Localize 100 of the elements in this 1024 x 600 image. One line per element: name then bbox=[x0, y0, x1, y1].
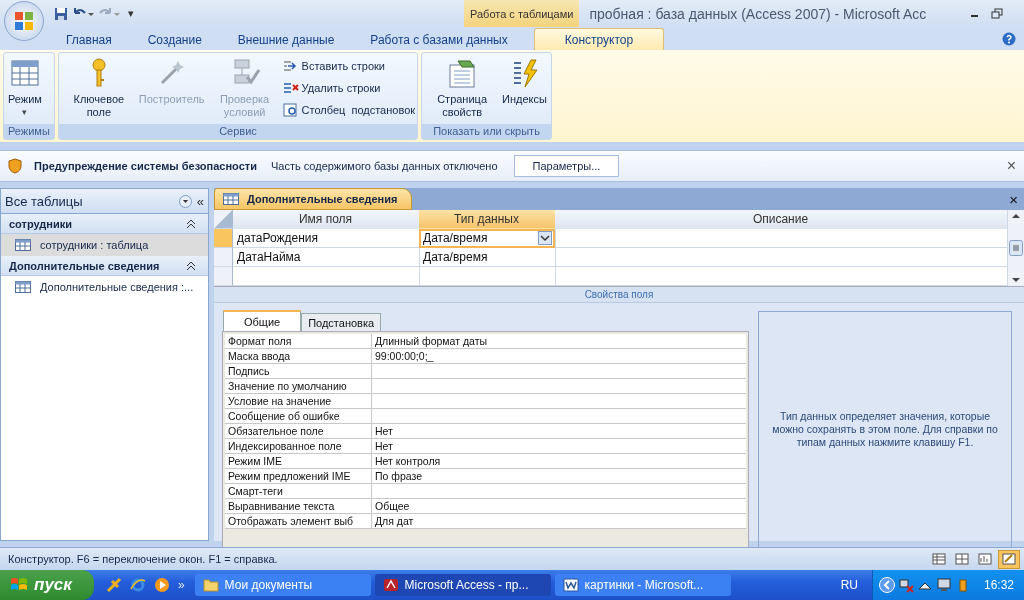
property-value[interactable]: Для дат bbox=[372, 514, 746, 528]
property-label: Индексированное поле bbox=[225, 439, 372, 453]
group-label: Сервис bbox=[58, 124, 418, 139]
delete-rows-icon bbox=[282, 81, 299, 95]
property-value[interactable]: Общее bbox=[372, 499, 746, 513]
office-button[interactable] bbox=[4, 0, 44, 41]
navigation-group[interactable]: сотрудники bbox=[1, 214, 208, 234]
table-cell-text: Дата/время bbox=[422, 249, 489, 266]
browser-icon[interactable] bbox=[129, 577, 146, 593]
property-value[interactable]: Нет bbox=[372, 439, 746, 453]
navigation-header[interactable]: Все таблицы « bbox=[1, 189, 208, 214]
property-label: Сообщение об ошибке bbox=[225, 409, 372, 423]
chevron-up-icon bbox=[186, 218, 196, 229]
pivot-table-icon bbox=[955, 553, 969, 565]
restore-icon[interactable] bbox=[990, 7, 1004, 20]
section-caption: Свойства поля bbox=[214, 287, 1024, 303]
ribbon-button[interactable]: Режим ▾ bbox=[6, 55, 44, 121]
security-warning-title: Предупреждение системы безопасности bbox=[34, 160, 257, 172]
table-cell-text: датаРождения bbox=[236, 230, 319, 247]
property-value[interactable]: Нет bbox=[372, 424, 746, 438]
group-label: Показать или скрыть bbox=[422, 124, 551, 139]
property-label: Смарт-теги bbox=[225, 484, 372, 498]
ribbon-button[interactable]: Вставить строки bbox=[282, 56, 416, 76]
save-icon[interactable] bbox=[54, 6, 68, 21]
status-text: Конструктор. F6 = переключение окон. F1 = справка. bbox=[8, 553, 278, 565]
property-label: Отображать элемент выб bbox=[225, 514, 372, 528]
property-label: Выравнивание текста bbox=[225, 499, 372, 513]
property-value[interactable]: 99:00:00;0;_ bbox=[372, 349, 746, 363]
navigation-item[interactable]: Дополнительные сведения :... bbox=[1, 276, 208, 298]
ribbon-tab[interactable]: Работа с базами данных bbox=[352, 29, 526, 50]
language-indicator[interactable]: RU bbox=[840, 578, 872, 592]
ribbon-button[interactable]: Индексы bbox=[500, 55, 549, 108]
clock: 16:32 bbox=[983, 578, 1014, 592]
close-button[interactable]: × bbox=[1006, 157, 1016, 175]
context-tab-label: Работа с таблицами bbox=[464, 0, 580, 27]
view-button[interactable] bbox=[998, 549, 1020, 569]
help-icon[interactable] bbox=[1002, 31, 1016, 46]
ribbon-tab[interactable]: Главная bbox=[48, 29, 130, 50]
group-label: Режимы bbox=[4, 124, 54, 139]
property-value[interactable]: По фразе bbox=[372, 469, 746, 483]
property-label: Режим предложений IME bbox=[225, 469, 372, 483]
quick-launch-icon[interactable] bbox=[105, 577, 122, 593]
taskbar-button[interactable]: картинки - Microsoft... bbox=[554, 574, 731, 596]
table-cell-text: ДатаНайма bbox=[236, 249, 302, 266]
table-icon bbox=[15, 281, 31, 293]
table-icon bbox=[8, 57, 41, 89]
column-header[interactable]: Тип данных bbox=[419, 210, 555, 229]
chevron-left-icon[interactable] bbox=[878, 577, 895, 593]
property-label: Маска ввода bbox=[225, 349, 372, 363]
start-button[interactable]: пуск bbox=[0, 570, 94, 600]
dropdown-icon[interactable] bbox=[538, 231, 552, 245]
property-label: Режим IME bbox=[225, 454, 372, 468]
view-button[interactable] bbox=[952, 550, 972, 568]
scrollbar[interactable] bbox=[1007, 210, 1024, 286]
column-header[interactable]: Имя поля bbox=[233, 210, 419, 229]
table-icon bbox=[15, 239, 31, 251]
media-player-icon[interactable] bbox=[153, 577, 170, 593]
view-button[interactable] bbox=[929, 550, 949, 568]
table-icon bbox=[223, 193, 239, 205]
property-value[interactable]: Нет контроля bbox=[372, 454, 746, 468]
navigation-item[interactable]: сотрудники : таблица bbox=[1, 234, 208, 256]
property-label: Формат поля bbox=[225, 334, 372, 348]
customize-menu[interactable]: ▾ bbox=[124, 7, 138, 20]
close-button[interactable]: × bbox=[1009, 190, 1024, 208]
ribbon-button[interactable]: Страница свойств bbox=[424, 55, 501, 121]
more-button[interactable]: » bbox=[177, 578, 185, 592]
taskbar-button[interactable]: Microsoft Access - пр... bbox=[374, 574, 551, 596]
help-text: Тип данных определяет значения, которые можно сохранять в этом поле. Для справки по типам данных нажмите клавишу F1. bbox=[771, 410, 999, 449]
access-app-icon bbox=[382, 578, 399, 592]
navigation-group[interactable]: Дополнительные сведения bbox=[1, 256, 208, 276]
design-icon bbox=[1002, 553, 1016, 565]
windows-flag-icon bbox=[10, 577, 28, 593]
property-label: Обязательное поле bbox=[225, 424, 372, 438]
monitor-icon[interactable] bbox=[935, 577, 952, 593]
ribbon-button[interactable]: Удалить строки bbox=[282, 78, 416, 98]
ribbon-tab[interactable]: Создание bbox=[129, 29, 220, 50]
dropdown-icon[interactable] bbox=[178, 194, 192, 208]
shield-icon bbox=[8, 158, 22, 174]
collapse-button[interactable]: « bbox=[196, 193, 204, 209]
taskbar-button[interactable]: Мои документы bbox=[194, 574, 371, 596]
ribbon-button[interactable]: Ключевое поле bbox=[60, 55, 137, 121]
property-label: Подпись bbox=[225, 364, 372, 378]
property-label: Значение по умолчанию bbox=[225, 379, 372, 393]
property-value[interactable]: Длинный формат даты bbox=[372, 334, 746, 348]
view-button[interactable] bbox=[975, 550, 995, 568]
options-button[interactable]: Параметры... bbox=[513, 155, 620, 177]
property-label: Условие на значение bbox=[225, 394, 372, 408]
scroll-thumb[interactable] bbox=[1008, 239, 1024, 257]
document-tab[interactable]: Дополнительные сведения bbox=[214, 188, 413, 210]
ribbon-button[interactable]: Столбец подстановок bbox=[282, 100, 416, 120]
datasheet-icon bbox=[932, 553, 946, 565]
column-header[interactable]: Описание bbox=[555, 210, 1007, 229]
ribbon-tab[interactable]: Внешние данные bbox=[219, 29, 353, 50]
word-app-icon bbox=[562, 578, 579, 592]
property-tab[interactable]: Общие bbox=[223, 310, 302, 331]
folder-icon bbox=[202, 578, 219, 592]
ribbon-tab[interactable]: Конструктор bbox=[533, 28, 665, 50]
lookup-column-icon bbox=[282, 103, 299, 117]
property-tab[interactable]: Подстановка bbox=[301, 313, 382, 331]
network-icon[interactable] bbox=[897, 577, 914, 593]
